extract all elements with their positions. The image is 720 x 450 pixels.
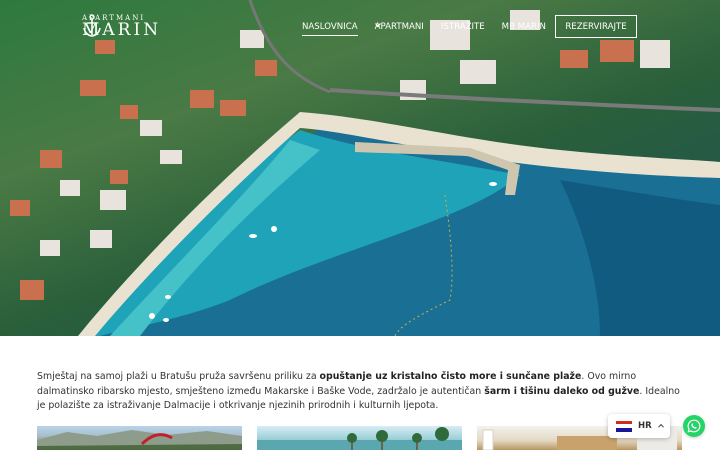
nav-item-label: NASLOVNICA <box>302 22 358 32</box>
intro-bold-1: opuštanje uz kristalno čisto more i sunč… <box>319 371 582 382</box>
mountain-paraglider-image <box>37 430 242 450</box>
language-switcher[interactable]: HR <box>608 414 670 438</box>
nav-item-mb-marin[interactable]: MB MARIN <box>502 22 546 32</box>
main-navigation: NASLOVNICA APARTMANI ISTRAŽITE MB MARIN <box>302 16 563 38</box>
intro-paragraph: Smještaj na samoj plaži u Bratušu pruža … <box>37 370 687 414</box>
whatsapp-icon <box>687 419 701 433</box>
nav-item-naslovnica[interactable]: NASLOVNICA <box>302 22 358 36</box>
intro-bold-2: šarm i tišinu daleko od gužve <box>484 385 640 397</box>
hero-image: APARTMANI MARIN NASLOVNICA APARTMANI IST… <box>0 0 720 336</box>
reserve-button[interactable]: REZERVIRAJTE <box>555 15 637 38</box>
site-logo[interactable]: APARTMANI MARIN <box>82 14 161 40</box>
language-code: HR <box>638 421 652 431</box>
whatsapp-button[interactable] <box>683 415 705 437</box>
nav-item-apartmani[interactable]: APARTMANI <box>375 22 424 32</box>
intro-text-1: Smještaj na samoj plaži u Bratušu pruža … <box>37 371 320 382</box>
nav-item-label: MB MARIN <box>501 22 546 32</box>
nav-item-label: APARTMANI <box>374 22 424 32</box>
palm-beach-image <box>257 427 462 450</box>
nav-item-label: ISTRAŽITE <box>440 22 485 32</box>
gallery-thumbnail[interactable] <box>37 426 242 450</box>
chevron-up-icon <box>657 423 664 428</box>
chevron-down-icon <box>374 23 381 28</box>
nav-item-istrazite[interactable]: ISTRAŽITE <box>441 22 485 32</box>
gallery-thumbnail[interactable] <box>257 426 462 450</box>
aerial-beach-illustration <box>10 0 720 336</box>
croatia-flag-icon <box>616 420 632 432</box>
anchor-icon <box>83 14 101 37</box>
